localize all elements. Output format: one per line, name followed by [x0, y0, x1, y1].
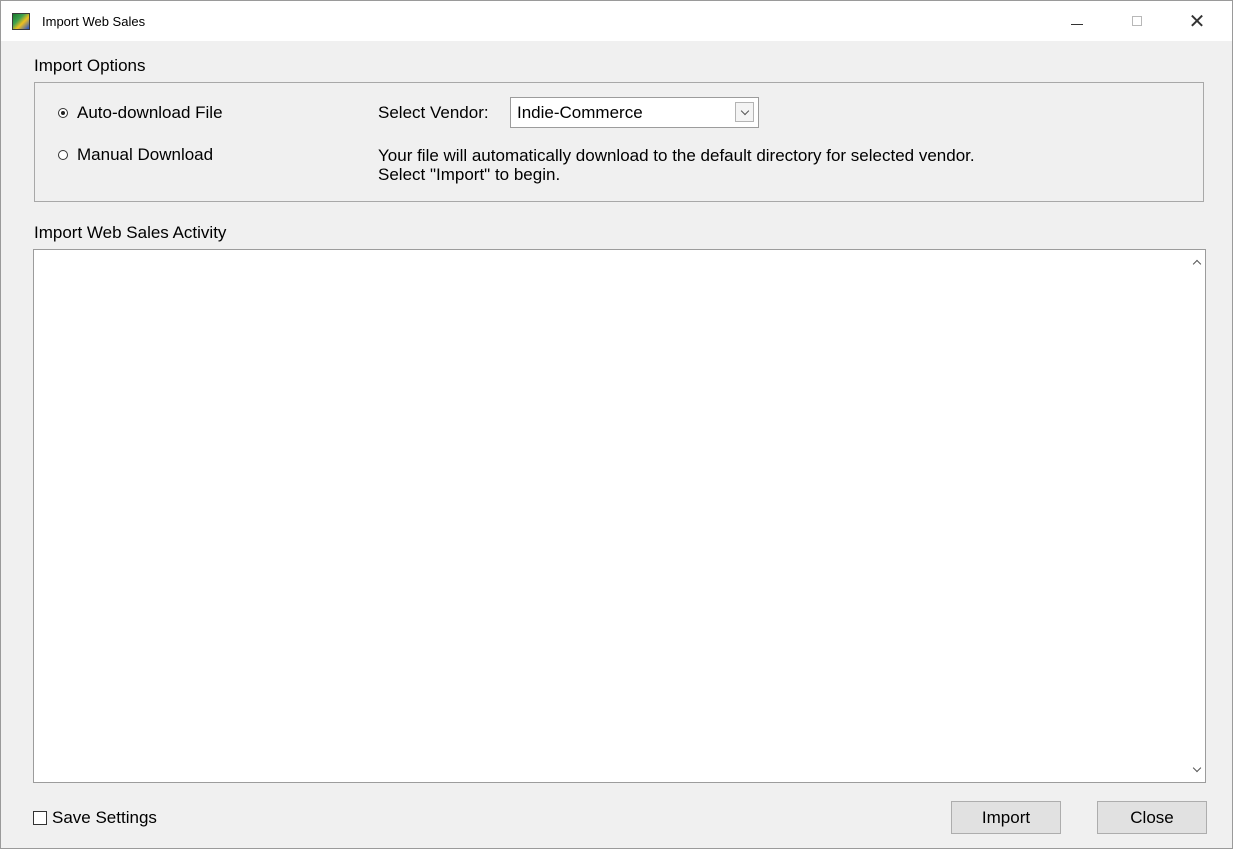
radio-selected-icon [58, 108, 68, 118]
close-button[interactable]: Close [1097, 801, 1207, 834]
app-icon [12, 13, 30, 30]
activity-label: Import Web Sales Activity [34, 223, 227, 242]
auto-download-radio[interactable]: Auto-download File [58, 103, 223, 123]
vertical-scrollbar[interactable] [1188, 250, 1205, 782]
chevron-down-icon [1192, 763, 1201, 773]
vendor-selected-value: Indie-Commerce [517, 103, 643, 122]
import-button[interactable]: Import [951, 801, 1061, 834]
minimize-button[interactable] [1054, 1, 1100, 41]
import-options-label: Import Options [34, 56, 146, 75]
radio-unselected-icon [58, 150, 68, 160]
chevron-up-icon [1192, 259, 1201, 269]
manual-download-radio[interactable]: Manual Download [58, 145, 213, 165]
save-settings-label: Save Settings [52, 808, 157, 827]
window-title: Import Web Sales [42, 14, 146, 29]
title-bar[interactable]: Import Web Sales ✕ [1, 1, 1232, 41]
close-icon: ✕ [1188, 9, 1206, 33]
checkbox-unchecked-icon [33, 811, 47, 825]
vendor-dropdown[interactable]: Indie-Commerce [510, 97, 759, 128]
maximize-button[interactable] [1114, 1, 1160, 41]
minimize-icon [1071, 23, 1083, 25]
maximize-icon [1132, 16, 1142, 26]
scroll-up-button[interactable] [1188, 254, 1205, 271]
close-window-button[interactable]: ✕ [1174, 1, 1220, 41]
vendor-info-line-1: Your file will automatically download to… [378, 146, 975, 165]
manual-download-label: Manual Download [77, 145, 214, 164]
import-web-sales-window: Import Web Sales ✕ Import Options Auto-d… [0, 0, 1233, 849]
vendor-info-line-2: Select "Import" to begin. [378, 165, 561, 184]
scroll-down-button[interactable] [1188, 761, 1205, 778]
chevron-down-icon [740, 106, 749, 115]
dropdown-arrow-button[interactable] [735, 102, 754, 122]
select-vendor-label: Select Vendor: [378, 103, 489, 122]
auto-download-label: Auto-download File [77, 103, 223, 122]
activity-log[interactable] [33, 249, 1206, 783]
save-settings-checkbox[interactable]: Save Settings [33, 808, 157, 828]
